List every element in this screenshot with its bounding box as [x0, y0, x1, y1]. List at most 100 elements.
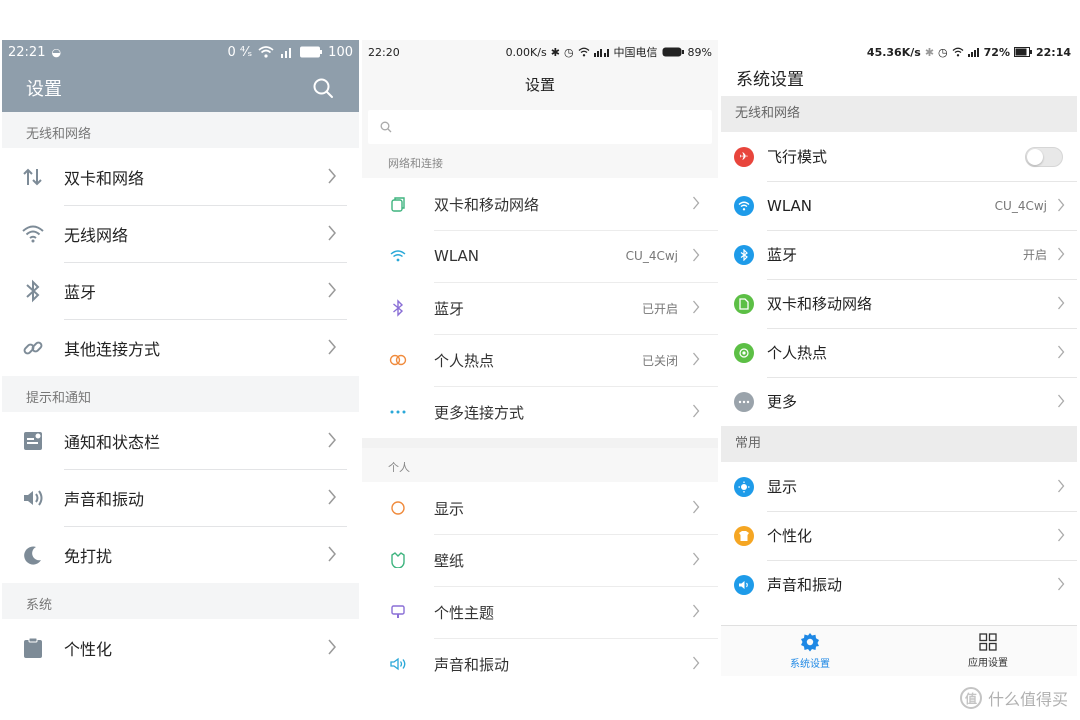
settings-item-more[interactable]: 更多 [721, 377, 1077, 426]
chevron-right-icon [328, 489, 336, 505]
signal-icon [967, 48, 979, 57]
settings-item-sound[interactable]: 声音和振动 [2, 469, 359, 526]
bluetooth-icon: ✱ [924, 45, 935, 59]
section-header: 无线和网络 [721, 96, 1077, 132]
display-icon [391, 501, 405, 515]
settings-item-airplane-mode[interactable]: ✈ 飞行模式 [721, 132, 1077, 181]
item-label: 个性化 [64, 639, 113, 659]
section-header: 系统 [26, 598, 53, 613]
settings-item-display[interactable]: 显示 [721, 462, 1077, 511]
settings-item-wlan[interactable]: WLAN CU_4Cwj [362, 230, 718, 282]
settings-group: 双卡和移动网络 WLAN CU_4Cwj 蓝牙 已开启 个人热点 已关闭 更多连… [362, 178, 718, 438]
sync-icon: ◒ [51, 45, 62, 59]
watermark-text: 什么值得买 [987, 690, 1068, 709]
item-label: 其他连接方式 [64, 339, 161, 359]
chevron-right-icon [1058, 247, 1065, 261]
settings-group: 双卡和网络 无线网络 蓝牙 其他连接方式 [2, 148, 359, 376]
settings-item-bluetooth[interactable]: 蓝牙 开启 [721, 230, 1077, 279]
item-label: 壁纸 [434, 551, 465, 570]
network-speed: 0.00K/s [505, 45, 547, 59]
signal-icon [593, 49, 609, 57]
airplane-icon: ✈ [734, 146, 754, 167]
item-label: 个性化 [767, 527, 813, 545]
page-title: 设置 [26, 79, 62, 100]
settings-item-wallpaper[interactable]: 壁纸 [362, 534, 718, 586]
tab-system-settings[interactable]: 系统设置 [721, 626, 899, 676]
section-header: 网络和连接 [388, 157, 443, 170]
chevron-right-icon [693, 604, 700, 618]
chevron-right-icon [1058, 198, 1065, 212]
chevron-right-icon [1058, 528, 1065, 542]
settings-item-personalize[interactable]: 个性化 [2, 619, 359, 676]
settings-group: 通知和状态栏 声音和振动 免打扰 [2, 412, 359, 583]
item-label: 声音和振动 [434, 655, 510, 674]
status-bar: 22:21 ◒ 0 ⁴⁄ₛ 100 [2, 40, 359, 64]
alarm-icon: ◷ [938, 45, 948, 59]
chevron-right-icon [693, 552, 700, 566]
item-label: 双卡和移动网络 [767, 295, 873, 313]
page-title: 设置 [524, 76, 555, 94]
section-header: 个人 [388, 461, 410, 474]
wifi-icon [734, 195, 754, 216]
item-label: WLAN [434, 247, 480, 265]
bluetooth-icon [734, 244, 754, 265]
chevron-right-icon [328, 432, 336, 448]
carrier-name: 中国电信 [613, 46, 658, 59]
alarm-icon: ◷ [563, 45, 574, 59]
settings-item-more-connections[interactable]: 更多连接方式 [362, 386, 718, 438]
page-title: 系统设置 [736, 70, 804, 90]
settings-item-personalize[interactable]: 个性化 [721, 511, 1077, 560]
settings-item-notifications[interactable]: 通知和状态栏 [2, 412, 359, 469]
item-value: 已开启 [641, 301, 678, 316]
chevron-right-icon [1058, 345, 1065, 359]
personalize-icon [24, 637, 42, 658]
battery-icon [662, 47, 684, 57]
settings-item-theme[interactable]: 个性主题 [362, 586, 718, 638]
settings-item-sound[interactable]: 声音和振动 [721, 560, 1077, 609]
chevron-right-icon [328, 639, 336, 655]
settings-item-dnd[interactable]: 免打扰 [2, 526, 359, 583]
wifi-icon [390, 250, 406, 262]
miui-settings-panel: 22:20 0.00K/s ✱ ◷ 中国电信 89% 设置 网络和连接 双卡和移… [362, 40, 718, 676]
settings-item-hotspot[interactable]: 个人热点 已关闭 [362, 334, 718, 386]
item-label: 更多连接方式 [434, 403, 525, 422]
search-input[interactable] [368, 110, 712, 144]
watermark-logo-icon: 值 [959, 687, 982, 709]
settings-item-display[interactable]: 显示 [362, 482, 718, 534]
wallpaper-icon [391, 552, 405, 568]
more-dots-icon [734, 391, 754, 412]
item-label: 飞行模式 [767, 148, 828, 166]
status-time: 22:20 [368, 45, 400, 59]
item-value: 开启 [1022, 248, 1047, 262]
settings-item-hotspot[interactable]: 个人热点 [721, 328, 1077, 377]
settings-item-sound[interactable]: 声音和振动 [362, 638, 718, 676]
chevron-right-icon [693, 404, 700, 418]
settings-item-wifi[interactable]: 无线网络 [2, 205, 359, 262]
sim-card-icon [391, 197, 405, 212]
bottom-navigation: 系统设置 应用设置 [721, 625, 1077, 676]
battery-level: 89% [687, 45, 712, 59]
chevron-right-icon [328, 546, 336, 562]
hotspot-icon [389, 354, 407, 366]
tab-app-settings[interactable]: 应用设置 [899, 626, 1077, 676]
search-icon[interactable] [311, 76, 335, 100]
battery-icon [1013, 47, 1032, 57]
sim-card-icon [734, 293, 754, 314]
item-label: 双卡和网络 [64, 168, 145, 188]
item-label: 个性主题 [434, 603, 495, 622]
settings-item-dual-sim[interactable]: 双卡和移动网络 [362, 178, 718, 230]
settings-item-wlan[interactable]: WLAN CU_4Cwj [721, 181, 1077, 230]
settings-item-bluetooth[interactable]: 蓝牙 已开启 [362, 282, 718, 334]
settings-item-dual-sim[interactable]: 双卡和移动网络 [721, 279, 1077, 328]
item-label: 显示 [767, 478, 798, 496]
item-label: 双卡和移动网络 [434, 195, 540, 214]
chevron-right-icon [328, 168, 336, 184]
battery-icon [300, 46, 323, 58]
chevron-right-icon [1058, 296, 1065, 310]
settings-item-dual-sim[interactable]: 双卡和网络 [2, 148, 359, 205]
airplane-mode-toggle[interactable] [1025, 146, 1063, 167]
chevron-right-icon [693, 352, 700, 366]
chevron-right-icon [328, 339, 336, 355]
settings-item-other-connections[interactable]: 其他连接方式 [2, 319, 359, 376]
settings-item-bluetooth[interactable]: 蓝牙 [2, 262, 359, 319]
